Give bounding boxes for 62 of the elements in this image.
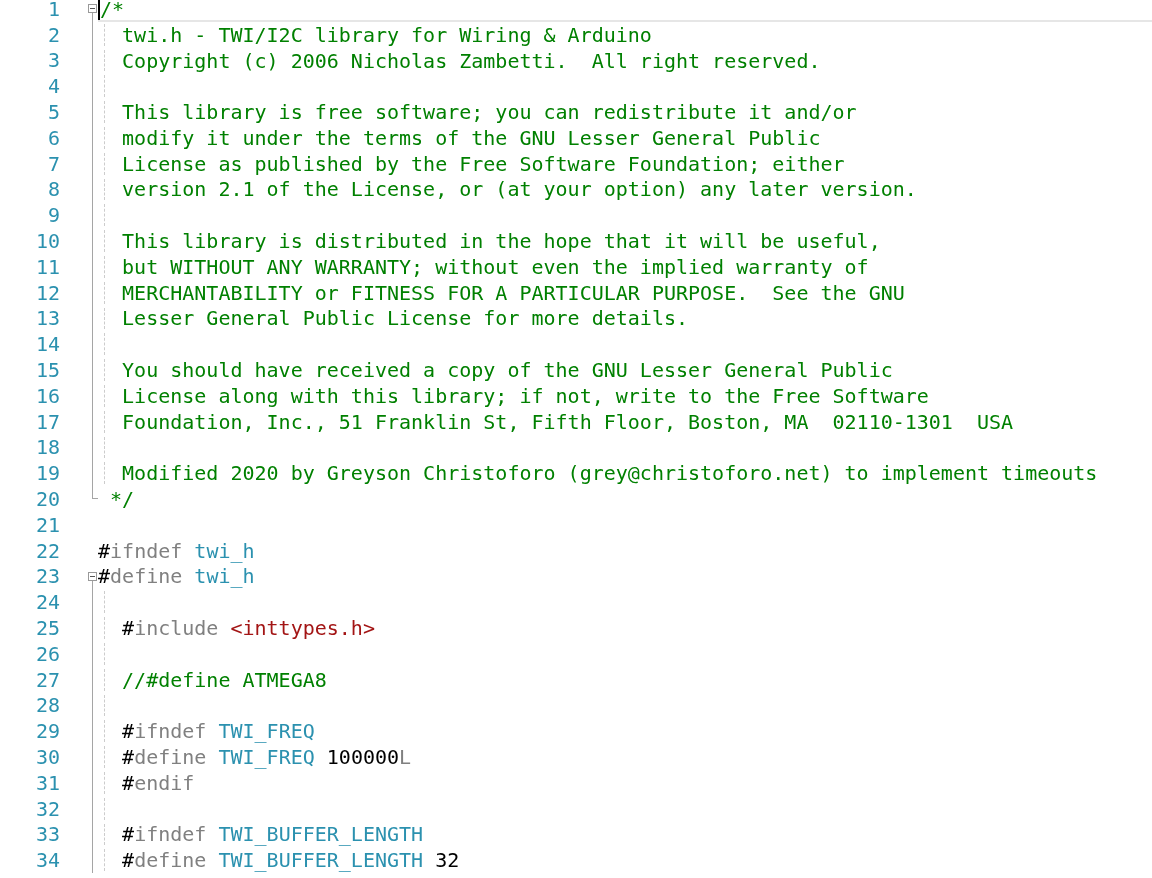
line-number: 27 [34, 667, 60, 692]
line-number: 29 [34, 719, 60, 744]
line-number: 6 [46, 125, 60, 150]
code-line: #define TWI_BUFFER_LENGTH 32 [121, 849, 460, 872]
collapse-icon[interactable] [88, 4, 97, 13]
line-number: 30 [34, 745, 60, 769]
code-line: Copyright (c) 2006 Nicholas Zambetti. All right reserved. [121, 49, 821, 72]
code-line: #define TWI_FREQ 100000L [121, 746, 412, 768]
line-number: 8 [46, 177, 60, 202]
line-number: 19 [34, 461, 60, 486]
code-line: MERCHANTABILITY or FITNESS FOR A PARTICULAR PURPOSE. See the GNU [121, 281, 905, 304]
code-line: Foundation, Inc., 51 Franklin St, Fifth Floor, Boston, MA 02110-1301 USA [121, 410, 1014, 433]
line-number: 2 [46, 22, 60, 47]
code-line: #endif [121, 771, 195, 794]
line-number: 25 [34, 616, 60, 640]
line-number: 1 [46, 0, 60, 21]
line-number: 32 [34, 796, 60, 821]
code-line: This library is free software; you can redistribute it and/or [121, 101, 857, 124]
line-number: 26 [34, 641, 60, 666]
text-cursor [98, 0, 100, 20]
code-line: Lesser General Public License for more details. [121, 307, 688, 330]
code-line: Modified 2020 by Greyson Christoforo (grey@christoforo.net) to implement timeouts [121, 462, 1098, 485]
line-number: 9 [46, 203, 60, 228]
code-line: modify it under the terms of the GNU Lesser General Public [121, 126, 821, 149]
line-number: 23 [34, 564, 60, 589]
code-line: License along with this library; if not, write to the Free Software [121, 384, 929, 407]
line-number: 11 [34, 254, 60, 279]
code-line: //#define ATMEGA8 [121, 668, 327, 691]
code-line: #ifndef TWI_BUFFER_LENGTH [121, 823, 424, 846]
line-number: 16 [34, 383, 60, 408]
line-number: 15 [34, 358, 60, 383]
line-number: 12 [34, 280, 60, 305]
line-number: 3 [46, 48, 60, 73]
code-line: #ifndef TWI_FREQ [121, 720, 315, 743]
line-number: 10 [34, 229, 60, 254]
line-number: 7 [46, 151, 60, 176]
line-number: 24 [34, 590, 60, 615]
code-line: */ [109, 488, 135, 511]
code-line: #include <inttypes.h> [121, 617, 375, 640]
code-line: /* [100, 0, 125, 20]
line-number: 22 [34, 538, 60, 563]
code-line: This library is distributed in the hope that it will be useful, [121, 230, 881, 253]
code-line: License as published by the Free Software Foundation; either [121, 152, 845, 175]
line-number: 13 [34, 306, 60, 331]
code-line: but WITHOUT ANY WARRANTY; without even the implied warranty of [121, 255, 869, 278]
line-number: 31 [34, 770, 60, 795]
line-number: 20 [34, 487, 60, 512]
line-number: 17 [34, 409, 60, 434]
code-line: You should have received a copy of the GNU Lesser General Public [121, 359, 893, 382]
line-number: 4 [46, 74, 60, 99]
line-number: 33 [34, 822, 60, 847]
code-line: twi.h - TWI/I2C library for Wiring & Arduino [121, 23, 652, 46]
line-number: 14 [34, 332, 60, 357]
code-line: #ifndef twi_h [98, 539, 255, 562]
line-number: 34 [34, 848, 60, 873]
collapse-icon[interactable] [88, 571, 97, 581]
line-number: 21 [34, 512, 60, 537]
line-number: 18 [34, 435, 60, 460]
line-number: 5 [46, 100, 60, 125]
line-number: 28 [34, 693, 60, 718]
code-line: version 2.1 of the License, or (at your option) any later version. [121, 178, 917, 201]
code-line: #define twi_h [98, 565, 255, 588]
